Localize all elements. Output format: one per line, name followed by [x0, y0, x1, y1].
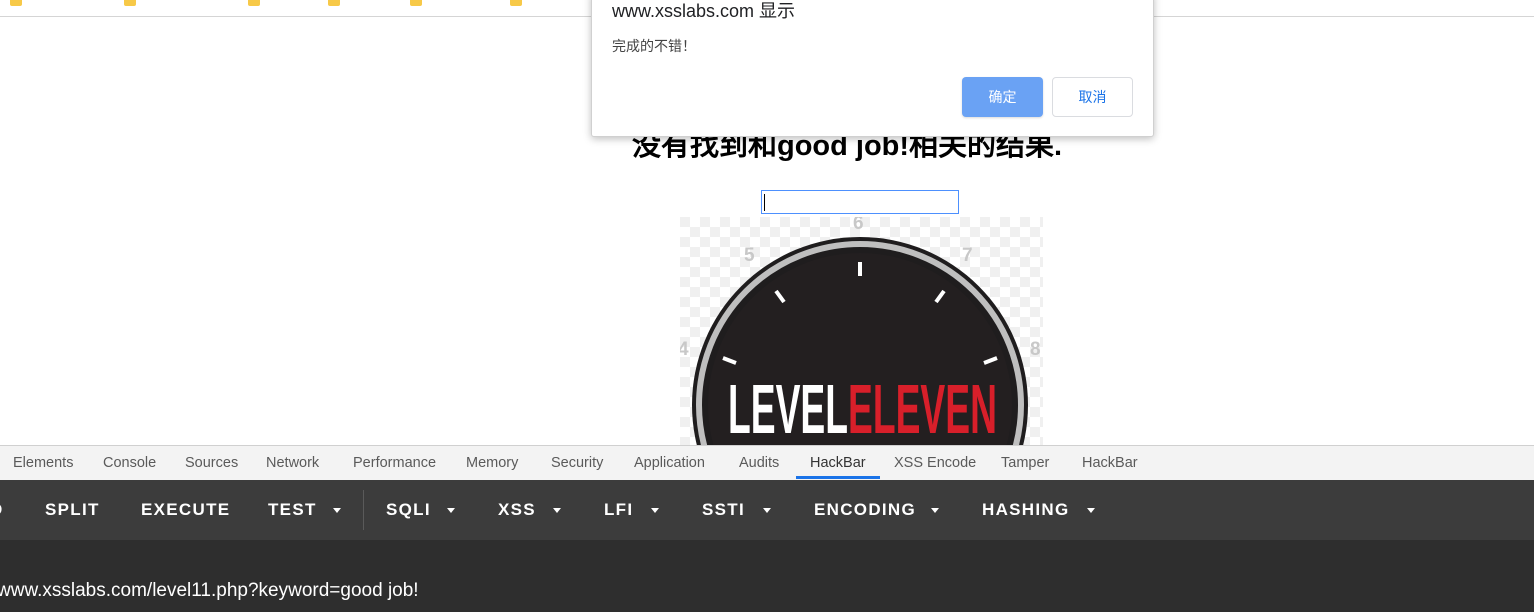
tab-hackbar-2[interactable]: HackBar — [1082, 446, 1138, 480]
dial-number: 5 — [744, 245, 755, 266]
tab-performance[interactable]: Performance — [353, 446, 436, 480]
tab-network[interactable]: Network — [266, 446, 319, 480]
chevron-down-icon[interactable] — [333, 508, 341, 513]
chevron-down-icon[interactable] — [1087, 508, 1095, 513]
bookmark-folder-icon[interactable] — [124, 0, 136, 6]
dial-number: 6 — [853, 217, 864, 234]
tab-elements[interactable]: Elements — [13, 446, 73, 480]
bookmark-folder-icon[interactable] — [10, 0, 22, 6]
sqli-menu-button[interactable]: SQLI — [386, 480, 431, 540]
bookmark-folder-icon[interactable] — [510, 0, 522, 6]
keyword-input[interactable] — [761, 190, 959, 214]
logo-text-level: LEVEL — [728, 370, 848, 445]
tab-audits[interactable]: Audits — [739, 446, 779, 480]
devtools-tab-bar: Elements Console Sources Network Perform… — [0, 445, 1534, 480]
bookmark-folder-icon[interactable] — [248, 0, 260, 6]
level-eleven-logo-icon: 4 5 6 7 8 LEVELELEVEN — [680, 217, 1043, 445]
tab-security[interactable]: Security — [551, 446, 603, 480]
url-field[interactable]: www.xsslabs.com/level11.php?keyword=good… — [0, 580, 419, 602]
bookmark-folder-icon[interactable] — [328, 0, 340, 6]
cancel-button[interactable]: 取消 — [1052, 77, 1133, 117]
alert-dialog: www.xsslabs.com 显示 完成的不错！ 确定 取消 — [591, 0, 1154, 137]
chevron-down-icon[interactable] — [651, 508, 659, 513]
lfi-menu-button[interactable]: LFI — [604, 480, 633, 540]
chevron-down-icon[interactable] — [763, 508, 771, 513]
xss-menu-button[interactable]: XSS — [498, 480, 536, 540]
tab-tamper[interactable]: Tamper — [1001, 446, 1049, 480]
tab-hackbar[interactable]: HackBar — [810, 446, 866, 480]
logo-text-eleven: ELEVEN — [848, 370, 997, 445]
execute-button[interactable]: EXECUTE — [141, 480, 230, 540]
dial-number: 7 — [962, 245, 973, 266]
tab-xss-encode[interactable]: XSS Encode — [894, 446, 976, 480]
dial-number: 4 — [680, 339, 689, 360]
chevron-down-icon[interactable] — [553, 508, 561, 513]
tab-memory[interactable]: Memory — [466, 446, 518, 480]
dialog-origin: www.xsslabs.com 显示 — [612, 1, 796, 21]
toolbar-divider — [363, 490, 364, 530]
hackbar-toolbar: D SPLIT EXECUTE TEST SQLI XSS LFI SSTI E… — [0, 480, 1534, 540]
hashing-menu-button[interactable]: HASHING — [982, 480, 1070, 540]
bookmark-folder-icon[interactable] — [410, 0, 422, 6]
tab-application[interactable]: Application — [634, 446, 705, 480]
load-button[interactable]: D — [0, 480, 4, 540]
dial-number: 8 — [1030, 339, 1041, 360]
hackbar-url-area[interactable]: www.xsslabs.com/level11.php?keyword=good… — [0, 540, 1534, 612]
encoding-menu-button[interactable]: ENCODING — [814, 480, 916, 540]
test-menu-button[interactable]: TEST — [268, 480, 317, 540]
active-tab-indicator — [796, 476, 880, 479]
logo-wordmark: LEVELELEVEN — [728, 370, 997, 445]
level-eleven-image: 4 5 6 7 8 LEVELELEVEN — [680, 217, 1043, 445]
split-button[interactable]: SPLIT — [45, 480, 100, 540]
tab-console[interactable]: Console — [103, 446, 156, 480]
chevron-down-icon[interactable] — [447, 508, 455, 513]
text-caret — [764, 194, 765, 211]
ok-button[interactable]: 确定 — [962, 77, 1043, 117]
chevron-down-icon[interactable] — [931, 508, 939, 513]
ssti-menu-button[interactable]: SSTI — [702, 480, 745, 540]
dialog-message: 完成的不错！ — [612, 38, 696, 54]
tab-sources[interactable]: Sources — [185, 446, 238, 480]
